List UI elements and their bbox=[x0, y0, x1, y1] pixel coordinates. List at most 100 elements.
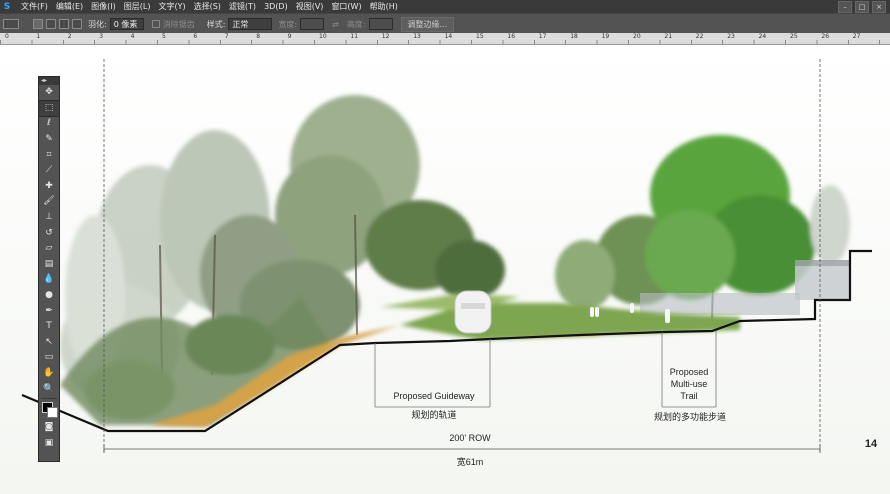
ruler-label: 3 bbox=[99, 33, 104, 40]
zoom-tool-icon[interactable]: 🔍 bbox=[39, 381, 59, 397]
ruler-label: 19 bbox=[601, 33, 610, 40]
subtract-selection-icon[interactable] bbox=[59, 19, 69, 29]
tool-preset-icon[interactable] bbox=[3, 19, 19, 29]
trail-label-en-1: Proposed bbox=[669, 367, 709, 377]
guideway-label-en: Proposed Guideway bbox=[393, 391, 475, 401]
quick-mask-icon[interactable]: ◙ bbox=[39, 420, 59, 436]
document-canvas[interactable]: Proposed Guideway 规划的轨道 Proposed Multi-u… bbox=[0, 45, 890, 494]
ruler-label: 14 bbox=[444, 33, 453, 40]
antialias-label: 消除锯齿 bbox=[162, 19, 195, 29]
page-number: 14 bbox=[864, 438, 878, 450]
guideway-vehicle bbox=[454, 290, 492, 334]
menu-edit[interactable]: 编辑(E) bbox=[56, 1, 83, 12]
trail-label-cn: 规划的多功能步道 bbox=[653, 412, 726, 422]
row-label-cn: 宽61m bbox=[456, 457, 484, 467]
menu-help[interactable]: 帮助(H) bbox=[370, 1, 398, 12]
menu-window[interactable]: 窗口(W) bbox=[331, 1, 361, 12]
blur-tool-icon[interactable]: 💧 bbox=[39, 272, 59, 288]
ruler-label: 7 bbox=[224, 33, 229, 40]
pen-tool-icon[interactable]: ✒ bbox=[39, 303, 59, 319]
ruler-label: 18 bbox=[570, 33, 578, 40]
ruler-label: 9 bbox=[287, 33, 292, 40]
ruler-label: 0 bbox=[5, 33, 9, 40]
height-input[interactable] bbox=[368, 18, 393, 30]
style-label: 样式: bbox=[206, 19, 226, 29]
ruler-label: 25 bbox=[790, 33, 798, 40]
menu-3d[interactable]: 3D(D) bbox=[264, 2, 288, 11]
tools-panel: ◂▸ ✥ ⬚ ℓ ✎ ⌗ ⟋ ✚ 🖌 ⊥ ↺ ▱ ▤ 💧 ● ✒ T ↖ ▭ ✋ 🔍 ◙ ▣ bbox=[38, 76, 60, 462]
color-swatches[interactable] bbox=[39, 400, 59, 420]
close-button[interactable]: × bbox=[872, 1, 886, 13]
brush-tool-icon[interactable]: 🖌 bbox=[39, 194, 59, 210]
ruler-label: 17 bbox=[538, 33, 547, 40]
history-brush-tool-icon[interactable]: ↺ bbox=[39, 225, 59, 241]
background-color-swatch[interactable] bbox=[47, 406, 58, 418]
ruler-label: 5 bbox=[162, 33, 166, 40]
trail-label-en-2: Multi-use bbox=[670, 379, 708, 389]
ruler-label: 12 bbox=[381, 33, 390, 40]
menu-filter[interactable]: 滤镜(T) bbox=[229, 1, 256, 12]
menu-type[interactable]: 文字(Y) bbox=[158, 1, 185, 12]
menu-image[interactable]: 图像(I) bbox=[91, 1, 116, 12]
horizontal-ruler[interactable]: 0 1 2 3 4 5 6 7 8 9 10 11 12 13 14 15 16 17 18 19 20 21 22 23 24… bbox=[0, 33, 890, 45]
path-select-tool-icon[interactable]: ↖ bbox=[39, 335, 59, 351]
quick-select-tool-icon[interactable]: ✎ bbox=[39, 132, 59, 148]
ruler-label: 2 bbox=[67, 33, 72, 40]
antialias-checkbox[interactable] bbox=[151, 20, 160, 28]
ruler-label: 23 bbox=[727, 33, 735, 40]
ruler-label: 24 bbox=[758, 33, 767, 40]
ruler-label: 21 bbox=[664, 33, 673, 40]
tool-list: ✥ ⬚ ℓ ✎ ⌗ ⟋ ✚ 🖌 ⊥ ↺ ▱ ▤ 💧 ● ✒ T ↖ ▭ ✋ 🔍 bbox=[38, 85, 60, 397]
menu-view[interactable]: 视图(V) bbox=[296, 1, 324, 12]
add-selection-icon[interactable] bbox=[46, 19, 56, 29]
new-selection-icon[interactable] bbox=[33, 19, 43, 29]
type-tool-icon[interactable]: T bbox=[39, 319, 59, 335]
feather-label: 羽化: bbox=[88, 19, 107, 29]
tools-separator bbox=[41, 397, 57, 399]
ruler-label: 13 bbox=[413, 33, 421, 40]
ruler-label: 26 bbox=[821, 33, 830, 40]
minimize-button[interactable]: – bbox=[838, 1, 852, 13]
ruler-label: 22 bbox=[695, 33, 704, 40]
ruler-label: 10 bbox=[319, 33, 327, 40]
rectangle-tool-icon[interactable]: ▭ bbox=[39, 350, 59, 366]
height-label: 高度: bbox=[346, 19, 366, 29]
move-tool-icon[interactable]: ✥ bbox=[39, 85, 59, 101]
mode-tool-list: ◙ ▣ bbox=[39, 420, 59, 451]
gradient-tool-icon[interactable]: ▤ bbox=[39, 257, 59, 273]
options-bar: 羽化: 0 像素 消除锯齿 样式: 正常 宽度: ⇄ 高度: 调整边缘... bbox=[0, 13, 890, 35]
tools-panel-header[interactable]: ◂▸ bbox=[39, 77, 59, 85]
healing-brush-tool-icon[interactable]: ✚ bbox=[39, 179, 59, 195]
width-label: 宽度: bbox=[278, 19, 298, 29]
ruler-label: 4 bbox=[130, 33, 135, 40]
menu-bar: S 文件(F) 编辑(E) 图像(I) 图层(L) 文字(Y) 选择(S) 滤镜… bbox=[0, 0, 890, 13]
menu-file[interactable]: 文件(F) bbox=[21, 1, 48, 12]
ruler-label: 20 bbox=[633, 33, 641, 40]
style-select[interactable]: 正常 bbox=[228, 18, 273, 30]
menu-layer[interactable]: 图层(L) bbox=[124, 1, 151, 12]
crop-tool-icon[interactable]: ⌗ bbox=[39, 147, 59, 163]
clone-stamp-tool-icon[interactable]: ⊥ bbox=[39, 210, 59, 226]
lasso-tool-icon[interactable]: ℓ bbox=[39, 116, 59, 132]
feather-input[interactable]: 0 像素 bbox=[109, 18, 144, 30]
ruler-label: 1 bbox=[36, 33, 41, 40]
ruler-label: 15 bbox=[476, 33, 484, 40]
eyedropper-tool-icon[interactable]: ⟋ bbox=[39, 163, 59, 179]
refine-edge-button[interactable]: 调整边缘... bbox=[400, 16, 455, 32]
app-logo[interactable]: S bbox=[1, 2, 13, 12]
maximize-button[interactable]: □ bbox=[855, 1, 869, 13]
ruler-label: 8 bbox=[256, 33, 261, 40]
dodge-tool-icon[interactable]: ● bbox=[39, 288, 59, 304]
screen-mode-icon[interactable]: ▣ bbox=[39, 435, 59, 451]
guideway-label-cn: 规划的轨道 bbox=[411, 410, 457, 420]
eraser-tool-icon[interactable]: ▱ bbox=[39, 241, 59, 257]
intersect-selection-icon[interactable] bbox=[72, 19, 82, 29]
trail-label-en-3: Trail bbox=[680, 391, 698, 401]
width-input[interactable] bbox=[300, 18, 325, 30]
rect-marquee-tool-icon[interactable]: ⬚ bbox=[38, 99, 60, 118]
ruler-label: 6 bbox=[193, 33, 198, 40]
ruler-label: 16 bbox=[507, 33, 516, 40]
menu-select[interactable]: 选择(S) bbox=[194, 1, 221, 12]
hand-tool-icon[interactable]: ✋ bbox=[39, 366, 59, 382]
swap-icon[interactable]: ⇄ bbox=[332, 20, 339, 29]
